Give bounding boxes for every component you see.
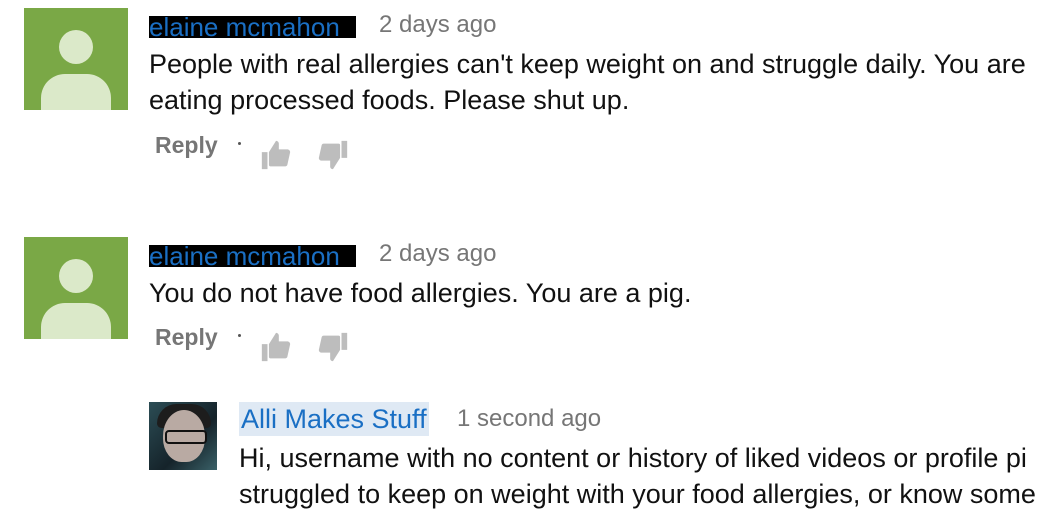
glasses-icon	[165, 430, 207, 444]
separator-dot	[238, 142, 241, 145]
comment-text: People with real allergies can't keep we…	[149, 49, 1026, 115]
thumbs-down-icon[interactable]	[316, 330, 350, 364]
reply-text-line: Hi, username with no content or history …	[239, 443, 1027, 473]
reply-button[interactable]: Reply	[155, 324, 218, 351]
thumbs-up-icon[interactable]	[259, 138, 293, 172]
reply-text: Hi, username with no content or history …	[239, 440, 1060, 512]
reply-comment: Alli Makes Stuff 1 second ago Hi, userna…	[0, 402, 1060, 509]
thumbs-down-icon[interactable]	[316, 138, 350, 172]
author-name-redacted[interactable]: elaine mcmahon	[149, 16, 356, 38]
reply-button[interactable]: Reply	[155, 132, 218, 159]
comment-timestamp[interactable]: 2 days ago	[379, 11, 496, 39]
comment: elaine mcmahon 2 days ago You do not hav…	[0, 237, 1060, 377]
reply-text-line: struggled to keep on weight with your fo…	[239, 479, 1036, 509]
user-default-icon	[59, 259, 93, 293]
comment-text: You do not have food allergies. You are …	[149, 278, 692, 308]
author-name-redacted[interactable]: elaine mcmahon	[149, 245, 356, 267]
reply-timestamp[interactable]: 1 second ago	[457, 405, 601, 433]
user-avatar[interactable]	[24, 8, 128, 110]
thumbs-up-icon[interactable]	[259, 330, 293, 364]
user-default-icon	[59, 30, 93, 64]
reply-author-name[interactable]: Alli Makes Stuff	[239, 402, 429, 436]
comment: elaine mcmahon 2 days ago People with re…	[0, 8, 1060, 178]
author-avatar-photo[interactable]	[149, 402, 217, 470]
comment-timestamp[interactable]: 2 days ago	[379, 240, 496, 268]
user-avatar[interactable]	[24, 237, 128, 339]
separator-dot	[238, 334, 241, 337]
